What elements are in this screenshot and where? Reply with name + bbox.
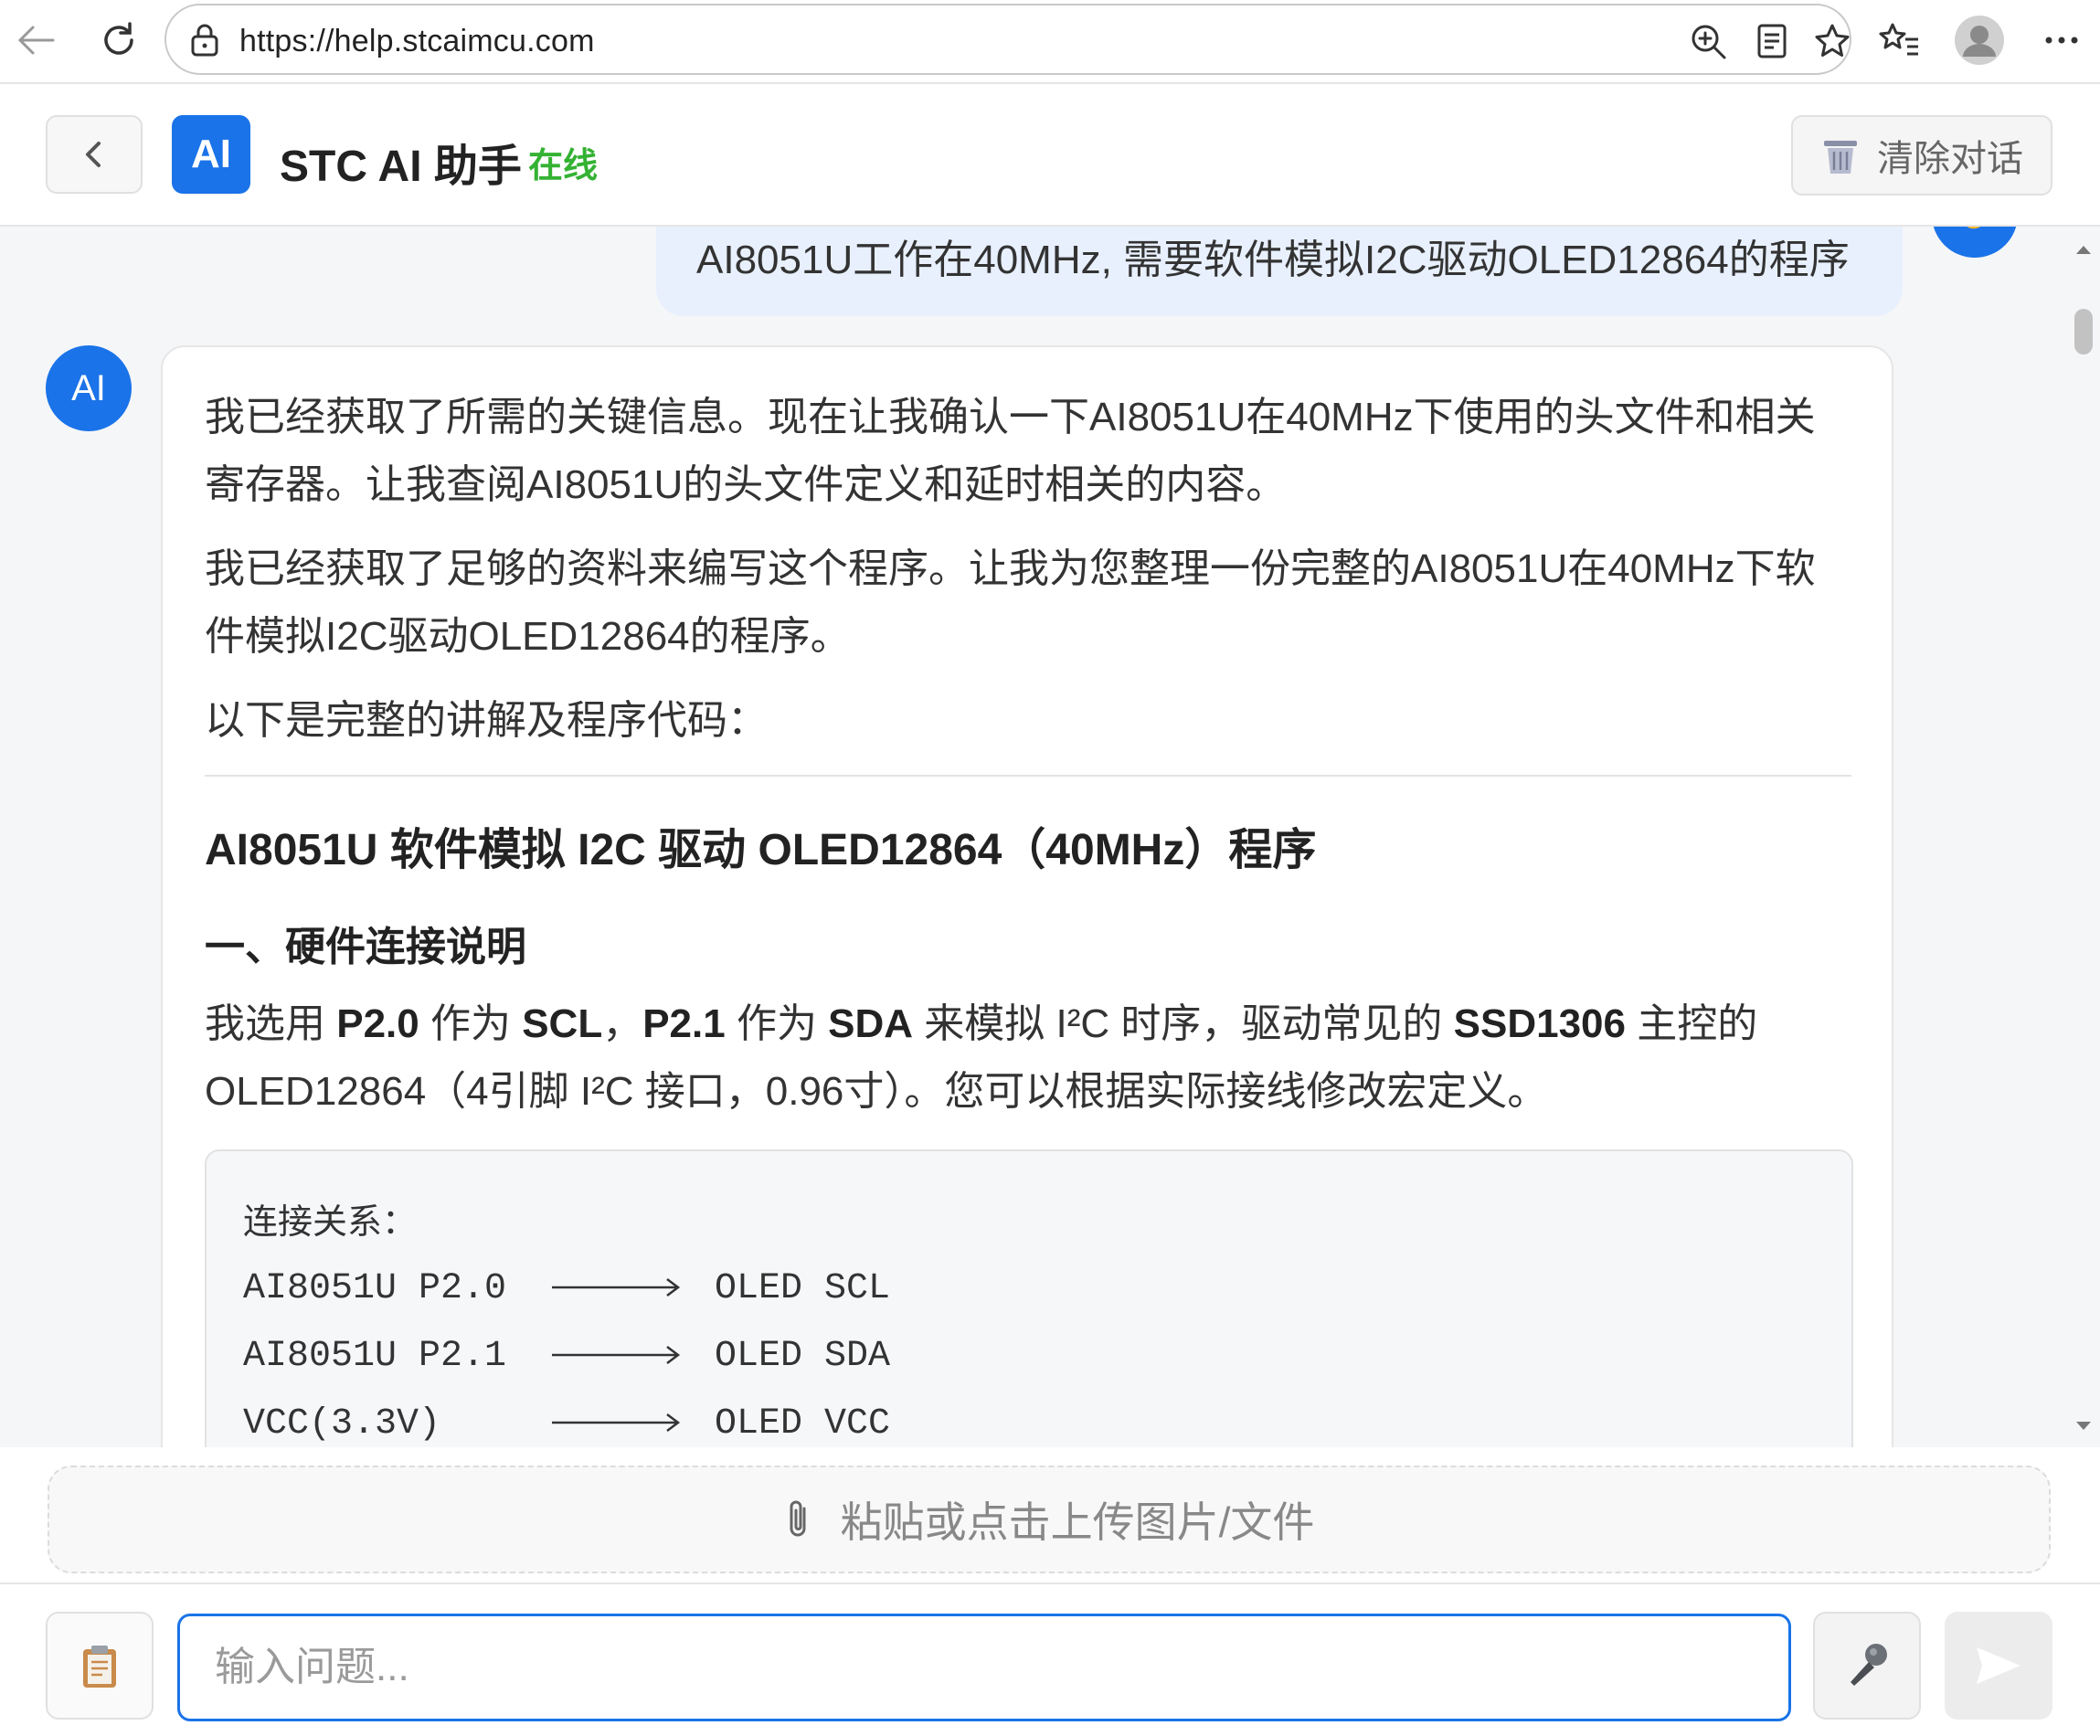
back-button[interactable] [46,115,143,194]
profile-avatar-icon[interactable] [1952,13,2007,68]
clear-conversation-button[interactable]: 清除对话 [1791,115,2052,196]
microphone-icon [1851,1644,1887,1686]
send-button[interactable] [1945,1612,2052,1720]
arrow-right-icon [550,1323,715,1391]
ai-avatar: AI [46,345,132,431]
ai-logo: AI [172,115,250,194]
ai-paragraph-2: 我已经获取了足够的资料来编写这个程序。让我为您整理一份完整的AI8051U在40… [205,546,1816,659]
code-right: OLED SDA [715,1336,891,1377]
hand-icon [1967,227,1980,229]
code-row: AI8051U P2.1 OLED SDA [243,1323,1815,1391]
divider [205,775,1851,777]
chat-area: AI8051U工作在40MHz, 需要软件模拟I2C驱动OLED12864的程序… [0,227,2100,1447]
send-icon [1977,1647,2020,1684]
scroll-thumb[interactable] [2074,309,2093,355]
code-right: OLED VCC [715,1403,891,1445]
chat-scrollbar[interactable] [2062,227,2098,1447]
code-right: OLED SCL [715,1268,891,1309]
upload-label: 粘贴或点击上传图片/文件 [840,1498,1315,1546]
question-input[interactable] [177,1614,1791,1721]
lock-icon[interactable] [188,22,221,63]
app-header: AI STC AI 助手 在线 清除对话 [0,82,2100,227]
clipboard-icon [83,1646,116,1688]
url-text[interactable]: https://help.stcaimcu.com [239,24,595,59]
clear-conversation-label: 清除对话 [1877,139,2023,179]
address-bar[interactable]: https://help.stcaimcu.com [164,4,1851,75]
code-left: AI8051U P2.1 [243,1336,507,1377]
reload-icon[interactable] [91,13,146,68]
ai-paragraph-1: 我已经获取了所需的关键信息。现在让我确认一下AI8051U在40MHz下使用的头… [205,395,1816,507]
scroll-down-icon[interactable] [2074,1420,2093,1437]
code-left: AI8051U P2.0 [243,1268,507,1309]
article-heading: AI8051U 软件模拟 I2C 驱动 OLED12864（40MHz）程序 [205,826,1317,874]
hardware-description: 我选用 P2.0 作为 SCL，P2.1 作为 SDA 来模拟 I²C 时序，驱… [205,1001,1758,1114]
arrow-right-icon [550,1391,715,1447]
reader-mode-icon[interactable] [1749,18,1795,64]
ai-paragraph-3: 以下是完整的讲解及程序代码： [205,698,768,743]
user-avatar [1932,227,2018,258]
upload-dropzone[interactable]: 粘贴或点击上传图片/文件 [48,1466,2051,1573]
code-block: 连接关系： AI8051U P2.0 OLED SCL AI8051U P2.1… [205,1149,1853,1447]
paperclip-icon [790,1500,806,1537]
input-bar [0,1583,2100,1736]
code-left: VCC(3.3V) [243,1403,441,1445]
code-row: AI8051U P2.0 OLED SCL [243,1255,1815,1323]
code-comment: 连接关系： [243,1201,418,1242]
more-menu-icon[interactable] [2034,13,2089,68]
browser-toolbar: https://help.stcaimcu.com [0,0,2100,82]
arrow-right-icon [550,1255,715,1323]
code-row: VCC(3.3V) OLED VCC [243,1391,1815,1447]
trash-icon [1824,141,1857,174]
back-arrow-icon[interactable] [9,13,64,68]
favorites-list-icon[interactable] [1872,13,1926,68]
status-badge: 在线 [528,147,599,185]
chevron-left-icon [86,142,101,167]
user-message: AI8051U工作在40MHz, 需要软件模拟I2C驱动OLED12864的程序 [656,227,1903,316]
favorite-star-icon[interactable] [1809,18,1855,64]
section-heading-hardware: 一、硬件连接说明 [205,925,526,969]
zoom-icon[interactable] [1685,18,1731,64]
clipboard-button[interactable] [46,1612,154,1720]
ai-message-card: 我已经获取了所需的关键信息。现在让我确认一下AI8051U在40MHz下使用的头… [161,345,1893,1447]
voice-input-button[interactable] [1813,1612,1921,1720]
app-title: STC AI 助手 [280,143,522,191]
scroll-up-icon[interactable] [2074,243,2093,260]
